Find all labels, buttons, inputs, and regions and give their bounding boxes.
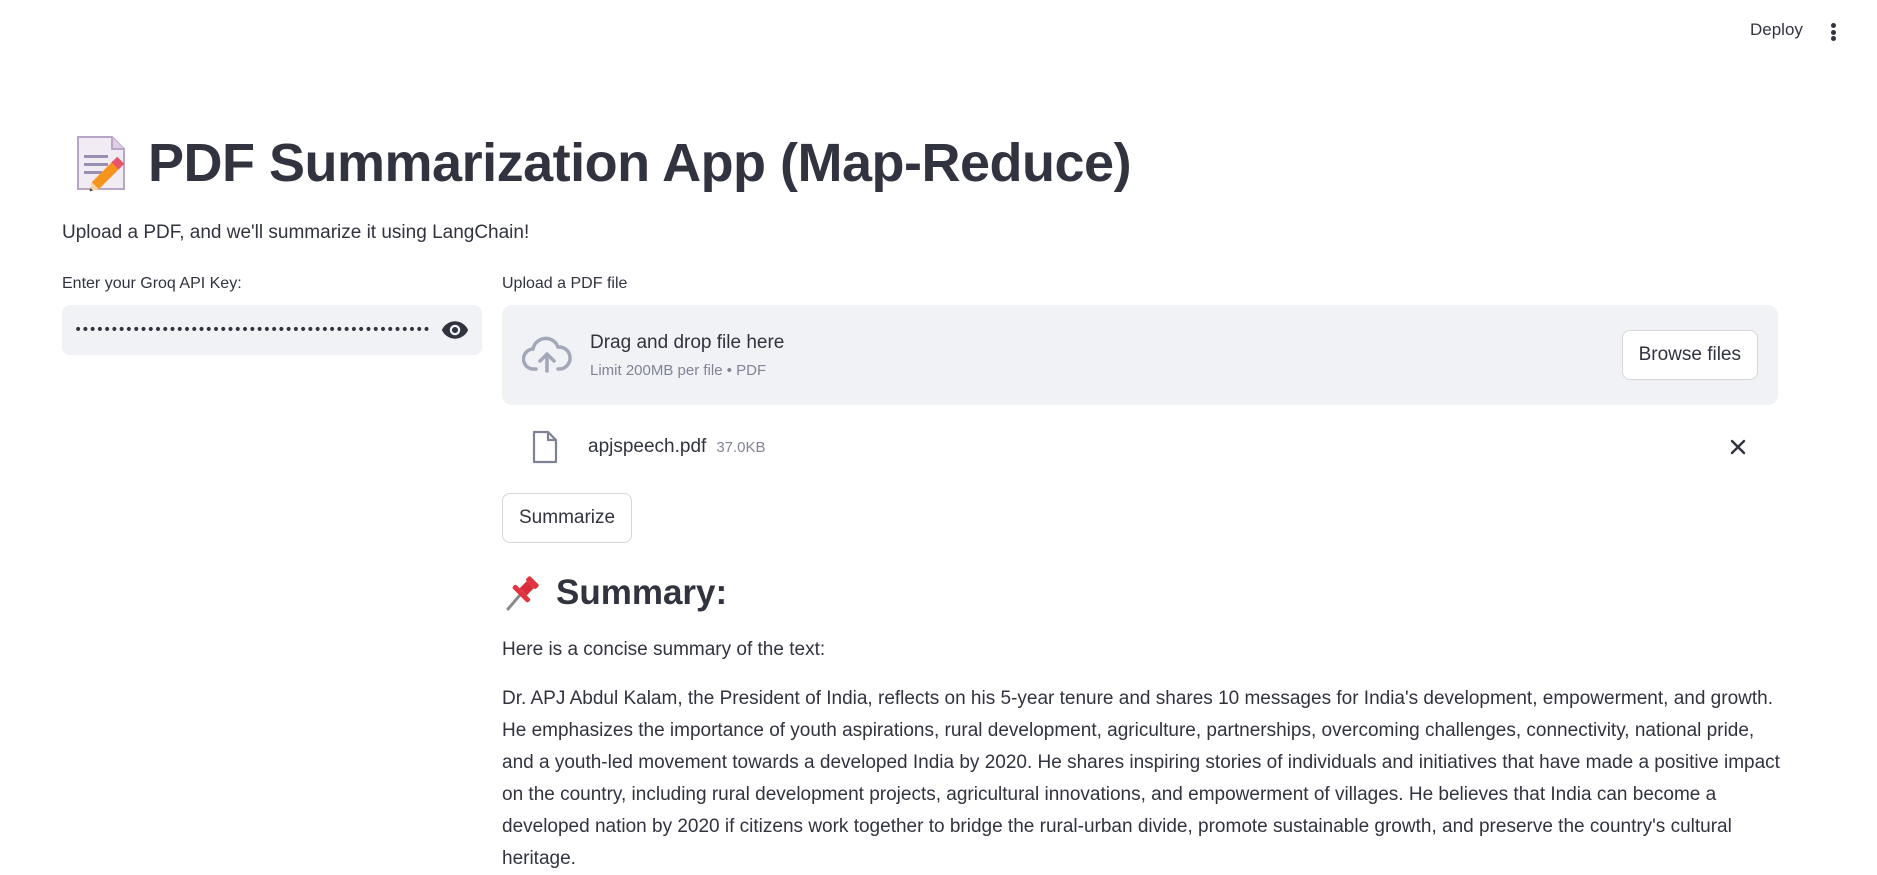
file-name: apjspeech.pdf	[588, 436, 707, 457]
summary-heading: Summary:	[556, 573, 728, 612]
api-key-input[interactable]: ••••••••••••••••••••••••••••••••••••••••…	[62, 305, 482, 355]
dropzone-text: Drag and drop file here Limit 200MB per …	[590, 332, 784, 379]
page-subtitle: Upload a PDF, and we'll summarize it usi…	[62, 222, 530, 243]
page-title-row: PDF Summarization App (Map-Reduce)	[72, 132, 1132, 194]
api-key-value[interactable]: ••••••••••••••••••••••••••••••••••••••••…	[74, 322, 430, 338]
dropzone-title: Drag and drop file here	[590, 331, 785, 353]
upload-section: Upload a PDF file Drag and drop file her…	[502, 275, 1780, 875]
memo-emoji-icon	[77, 136, 125, 192]
summary-heading-row: Summary:	[502, 573, 1778, 613]
eye-icon[interactable]	[440, 315, 470, 345]
upload-label: Upload a PDF file	[502, 275, 628, 292]
summary-intro: Here is a concise summary of the text:	[502, 639, 826, 660]
summary-body: Dr. APJ Abdul Kalam, the President of In…	[502, 688, 1780, 869]
file-dropzone[interactable]: Drag and drop file here Limit 200MB per …	[502, 305, 1778, 405]
uploaded-file-row: apjspeech.pdf 37.0KB	[502, 417, 1778, 477]
page-title: PDF Summarization App (Map-Reduce)	[148, 133, 1132, 193]
dropzone-limits: Limit 200MB per file • PDF	[590, 361, 767, 379]
browse-files-button[interactable]: Browse files	[1621, 330, 1758, 380]
file-icon	[532, 430, 558, 464]
file-size: 37.0KB	[716, 438, 766, 456]
cloud-upload-icon	[522, 336, 572, 373]
pushpin-emoji-icon	[506, 576, 539, 611]
api-key-label: Enter your Groq API Key:	[62, 275, 242, 292]
summarize-button[interactable]: Summarize	[502, 493, 633, 543]
close-icon[interactable]	[1726, 435, 1750, 459]
deploy-button[interactable]: Deploy	[1750, 20, 1803, 40]
kebab-menu-icon[interactable]	[1826, 20, 1840, 44]
api-key-section: Enter your Groq API Key: •••••••••••••••…	[62, 275, 482, 355]
top-bar: Deploy	[0, 0, 1877, 62]
